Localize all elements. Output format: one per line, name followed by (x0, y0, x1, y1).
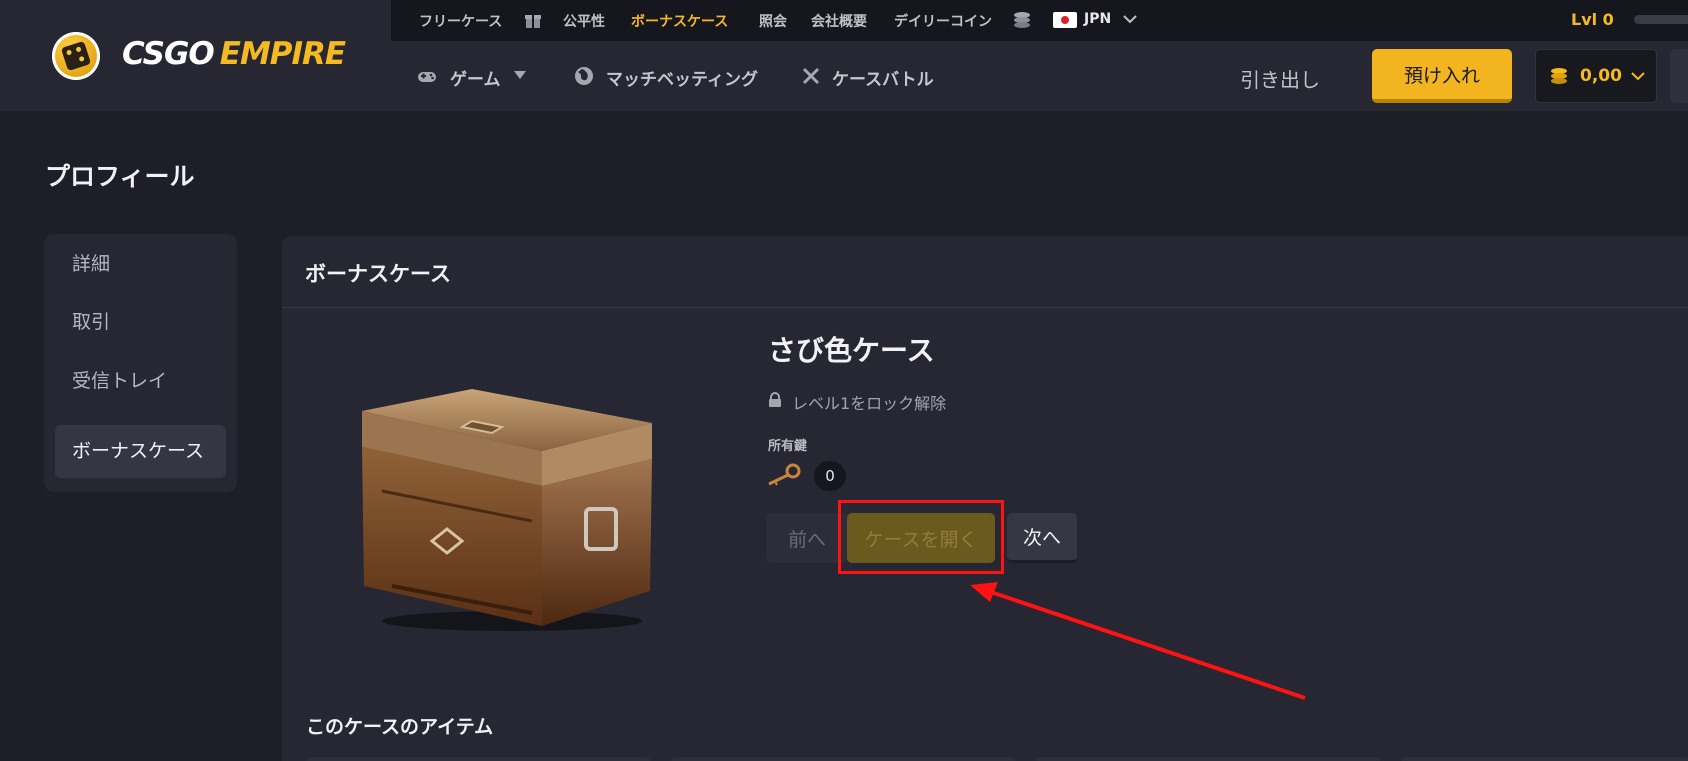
balance-amount: 0,00 (1580, 66, 1622, 86)
unlock-requirement: レベル1をロック解除 (792, 394, 947, 413)
profile-sidebar: 詳細 取引 受信トレイ ボーナスケース (44, 234, 237, 492)
coins-icon (1551, 68, 1567, 84)
sidebar-item-transactions[interactable]: 取引 (55, 296, 226, 349)
coin-stack-icon (1014, 12, 1030, 28)
logo[interactable]: CSGO EMPIRE (0, 0, 391, 111)
key-icon (768, 463, 801, 486)
page-title: プロフィール (45, 162, 195, 191)
next-case-button[interactable]: 次へ (1007, 513, 1077, 563)
case-item-card[interactable] (306, 757, 651, 761)
free-case-link[interactable]: フリーケース (419, 11, 502, 31)
bonus-case-link[interactable]: ボーナスケース (631, 11, 728, 31)
chevron-down-icon[interactable] (1122, 13, 1138, 25)
level-label: Lvl 0 (1571, 10, 1614, 29)
match-betting-link[interactable]: マッチベッティング (606, 65, 758, 90)
lock-icon (769, 392, 781, 407)
withdraw-link[interactable]: 引き出し (1240, 64, 1320, 93)
gamepad-icon (418, 72, 436, 82)
balance-dropdown[interactable]: 0,00 (1535, 49, 1657, 103)
japan-flag-icon (1053, 12, 1077, 28)
panel-header: ボーナスケース (282, 236, 1688, 308)
sidebar-item-inbox[interactable]: 受信トレイ (55, 355, 226, 408)
sidebar-item-bonus-case[interactable]: ボーナスケース (55, 425, 226, 478)
caret-down-icon[interactable] (513, 69, 527, 81)
case-item-card[interactable] (1036, 757, 1381, 761)
keys-label: 所有鍵 (768, 439, 808, 454)
deposit-button[interactable]: 預け入れ (1372, 49, 1512, 103)
keys-count-badge: 0 (814, 461, 846, 491)
crossed-swords-icon (802, 67, 820, 85)
user-menu-button[interactable] (1670, 49, 1688, 103)
highlight-box (838, 500, 1004, 574)
panel-title: ボーナスケース (305, 262, 451, 286)
case-battle-link[interactable]: ケースバトル (832, 65, 934, 90)
case-item-card[interactable] (671, 757, 1016, 761)
bonus-case-panel: ボーナスケース さび色ケース レベル1をロック解除 所有鍵 0 前へ ケースを開… (282, 236, 1688, 761)
about-link[interactable]: 会社概要 (811, 11, 867, 31)
top-bar: フリーケース 公平性 ボーナスケース 照会 会社概要 デイリーコイン JPN (391, 0, 1688, 41)
language-select[interactable]: JPN (1084, 11, 1111, 27)
logo-coin-icon (52, 32, 100, 80)
games-menu[interactable]: ゲーム (450, 65, 501, 90)
case-item-card[interactable] (1401, 757, 1688, 761)
chevron-down-icon (1631, 72, 1645, 81)
referral-link[interactable]: 照会 (759, 11, 787, 31)
logo-text: CSGO EMPIRE (122, 36, 346, 72)
prev-case-button[interactable]: 前へ (766, 513, 848, 563)
case-name: さび色ケース (768, 334, 935, 367)
case-items-title: このケースのアイテム (306, 716, 494, 738)
gift-icon (525, 15, 541, 28)
daily-coin-link[interactable]: デイリーコイン (894, 11, 992, 31)
rusty-case-image (362, 389, 652, 631)
fairness-link[interactable]: 公平性 (563, 11, 605, 31)
sidebar-item-details[interactable]: 詳細 (55, 238, 226, 291)
globe-icon (575, 67, 593, 85)
level-progress-bar (1634, 15, 1688, 24)
